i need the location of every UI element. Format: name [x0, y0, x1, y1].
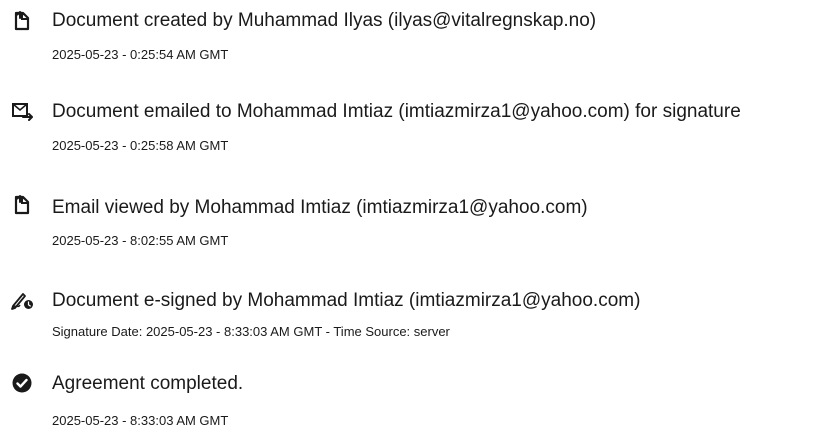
event-timestamp: 2025-05-23 - 0:25:58 AM GMT: [52, 138, 229, 153]
event-timestamp: Signature Date: 2025-05-23 - 8:33:03 AM …: [52, 324, 450, 339]
event-timestamp: 2025-05-23 - 8:02:55 AM GMT: [52, 233, 229, 248]
e-signed-icon: [10, 288, 34, 312]
event-title: Document e-signed by Mohammad Imtiaz (im…: [52, 290, 641, 311]
email-viewed-icon: [10, 193, 34, 217]
document-created-icon: [10, 9, 34, 33]
event-title: Agreement completed.: [52, 373, 244, 394]
event-title: Document emailed to Mohammad Imtiaz (imt…: [52, 101, 741, 122]
event-timestamp: 2025-05-23 - 8:33:03 AM GMT: [52, 413, 229, 428]
event-timestamp: 2025-05-23 - 0:25:54 AM GMT: [52, 47, 229, 62]
event-title: Email viewed by Mohammad Imtiaz (imtiazm…: [52, 197, 588, 218]
document-emailed-icon: [10, 99, 34, 123]
event-title: Document created by Muhammad Ilyas (ilya…: [52, 10, 597, 31]
check-circle-icon: [10, 371, 34, 395]
